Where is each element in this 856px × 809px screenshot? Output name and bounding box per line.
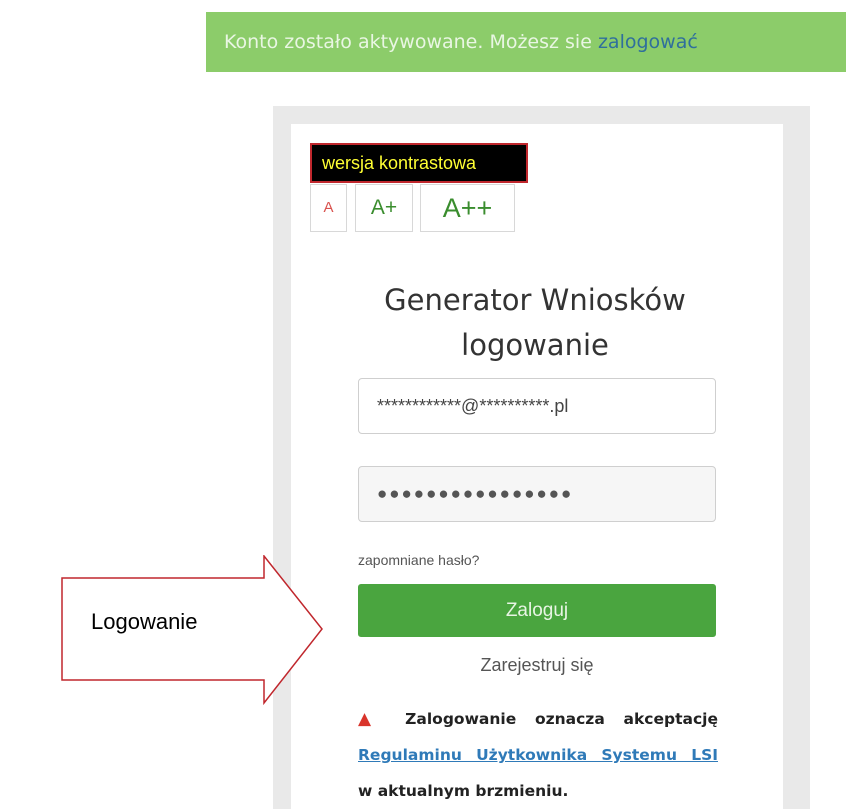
page: Konto zostało aktywowane. Możesz sie zal… [0, 0, 856, 809]
warning-triangle-icon: ▲ [358, 709, 385, 729]
password-field[interactable]: ●●●●●●●●●●●●●●●● [358, 466, 716, 522]
banner-message: Konto zostało aktywowane. Możesz sie [224, 31, 598, 53]
forgot-password-link[interactable]: zapomniane hasło? [358, 552, 479, 568]
font-size-larger-button[interactable]: A+ [355, 184, 413, 232]
login-title: Generator Wniosków logowanie [330, 278, 740, 368]
banner-login-link[interactable]: zalogować [598, 31, 698, 53]
title-app-name: Generator Wniosków [384, 283, 686, 317]
title-subtitle: logowanie [461, 328, 609, 362]
terms-notice: ▲ Zalogowanie oznacza akceptację Regulam… [358, 701, 718, 809]
email-field[interactable]: ************@**********.pl [358, 378, 716, 434]
notice-text-after: w aktualnym brzmieniu. [358, 782, 569, 800]
activation-success-banner: Konto zostało aktywowane. Możesz sie zal… [206, 12, 846, 72]
register-link[interactable]: Zarejestruj się [358, 655, 716, 676]
login-button[interactable]: Zaloguj [358, 584, 716, 637]
terms-of-use-link[interactable]: Regulaminu Użytkownika Systemu LSI [358, 746, 718, 764]
font-size-largest-button[interactable]: A++ [420, 184, 515, 232]
font-size-normal-button[interactable]: A [310, 184, 347, 232]
contrast-version-button[interactable]: wersja kontrastowa [310, 143, 528, 183]
notice-text-before: Zalogowanie oznacza akceptację [405, 710, 718, 728]
arrow-label: Logowanie [91, 609, 198, 634]
